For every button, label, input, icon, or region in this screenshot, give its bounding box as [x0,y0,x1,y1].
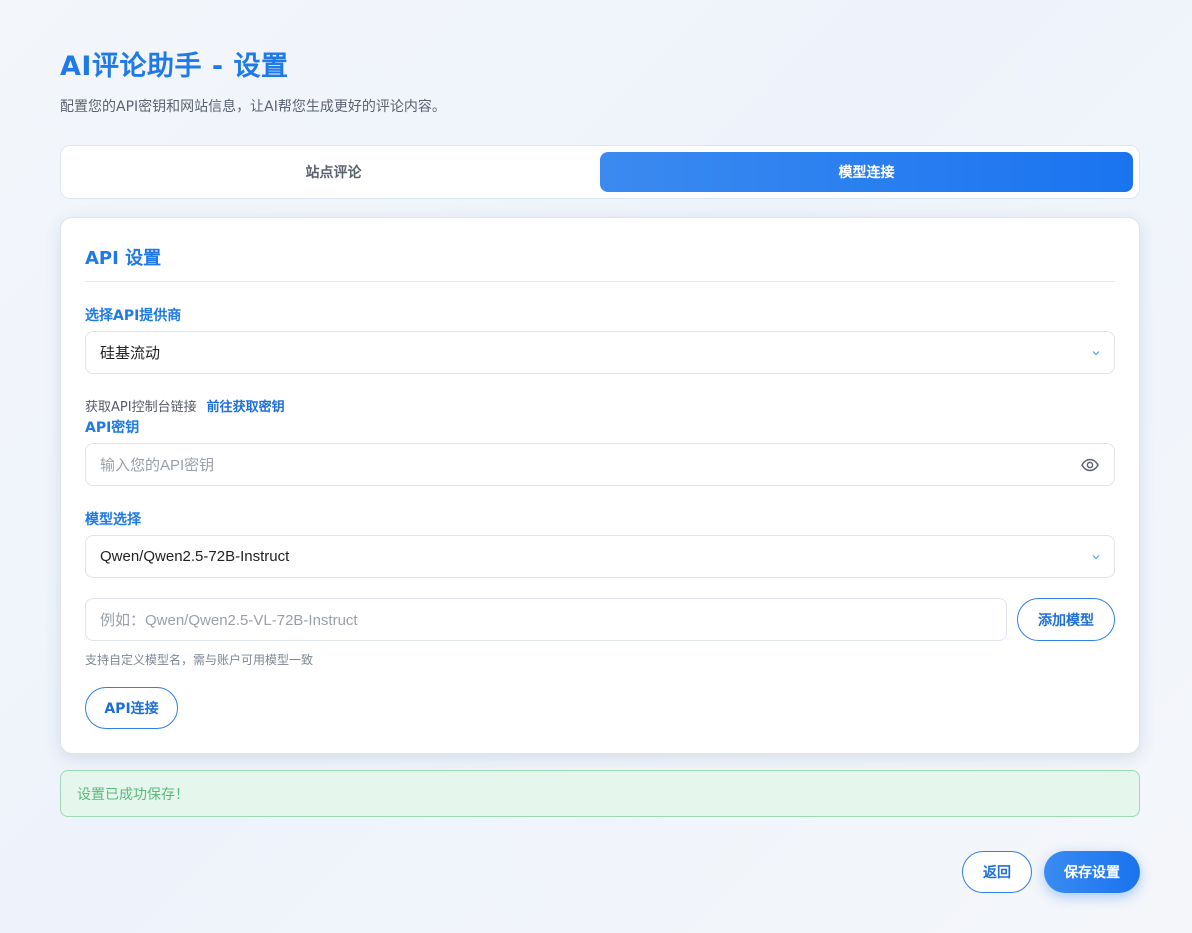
tab-bar: 站点评论 模型连接 [60,145,1140,199]
get-key-link[interactable]: 前往获取密钥 [207,396,285,415]
api-key-placeholder: 输入您的API密钥 [100,457,215,474]
console-link-row: 获取API控制台链接 前往获取密钥 [85,396,285,415]
success-alert: 设置已成功保存！ [60,770,1140,817]
chevron-down-icon [1092,553,1100,561]
page-subtitle: 配置您的API密钥和网站信息，让AI帮您生成更好的评论内容。 [60,99,446,115]
tab-model-connection[interactable]: 模型连接 [600,152,1133,192]
add-model-button[interactable]: 添加模型 [1017,598,1115,641]
save-settings-button[interactable]: 保存设置 [1044,851,1140,893]
success-message: 设置已成功保存！ [77,786,189,803]
api-connect-button[interactable]: API连接 [85,687,178,729]
model-select[interactable]: Qwen/Qwen2.5-72B-Instruct [85,535,1115,578]
section-title: API 设置 [85,248,162,269]
provider-label: 选择API提供商 [85,308,182,324]
api-key-input[interactable]: 输入您的API密钥 [85,443,1115,486]
tab-site-comments[interactable]: 站点评论 [67,152,600,192]
api-settings-card: API 设置 选择API提供商 硅基流动 获取API控制台链接 前往获取密钥 A… [60,217,1140,754]
eye-icon[interactable] [1080,455,1100,475]
custom-model-placeholder: 例如：Qwen/Qwen2.5-VL-72B-Instruct [100,612,358,629]
api-key-label: API密钥 [85,420,140,436]
custom-model-hint: 支持自定义模型名，需与账户可用模型一致 [85,653,314,667]
provider-selected-value: 硅基流动 [100,345,161,362]
model-label: 模型选择 [85,512,141,528]
page-title: AI评论助手 - 设置 [60,51,289,82]
chevron-down-icon [1092,349,1100,357]
console-link-text: 获取API控制台链接 [85,400,197,415]
model-selected-value: Qwen/Qwen2.5-72B-Instruct [100,548,290,565]
divider [85,281,1115,282]
custom-model-input[interactable]: 例如：Qwen/Qwen2.5-VL-72B-Instruct [85,598,1007,641]
back-button[interactable]: 返回 [962,851,1032,893]
provider-select[interactable]: 硅基流动 [85,331,1115,374]
